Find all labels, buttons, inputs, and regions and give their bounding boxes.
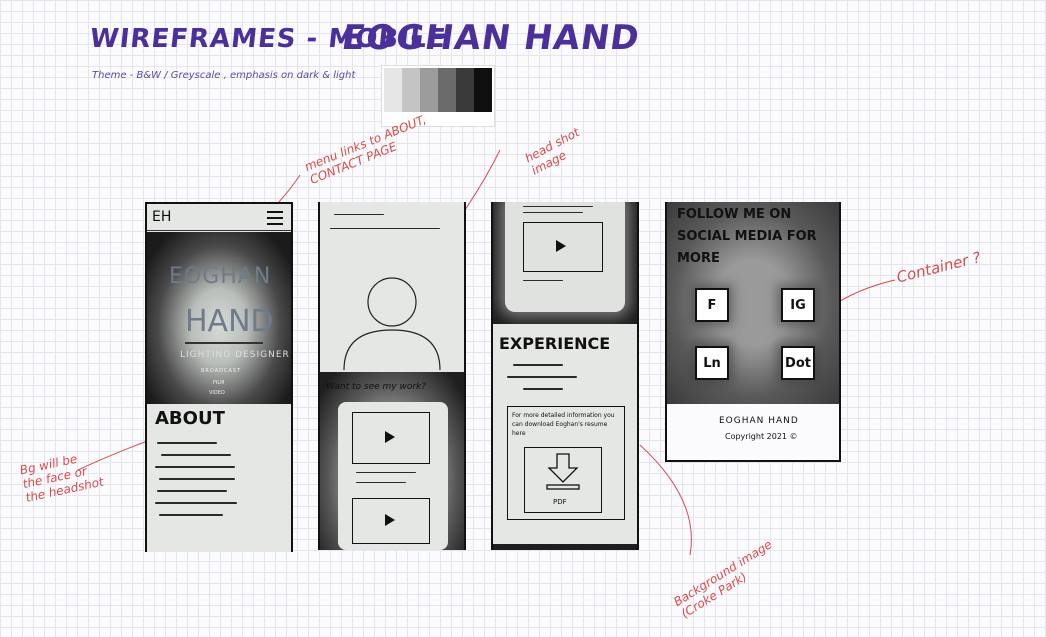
mobile-screen-home: EH EOGHAN HAND LIGHTING DESIGNER BROADCA… bbox=[145, 202, 293, 552]
play-icon bbox=[556, 240, 566, 252]
text-line bbox=[159, 478, 235, 480]
text-line bbox=[157, 490, 227, 492]
about-heading: ABOUT bbox=[155, 408, 225, 429]
video-thumbnail-2[interactable] bbox=[352, 498, 430, 544]
text-line bbox=[513, 364, 563, 366]
footer-copyright: Copyright 2021 © bbox=[725, 432, 798, 441]
video-thumbnail-3[interactable] bbox=[523, 222, 603, 272]
hero-item-broadcast: BROADCAST bbox=[201, 368, 242, 374]
text-line bbox=[523, 212, 583, 213]
text-line bbox=[155, 502, 237, 504]
hero-item-film: FILM bbox=[213, 380, 225, 386]
resume-text: For more detailed information you can do… bbox=[512, 412, 615, 437]
mobile-screen-social: FOLLOW ME ON SOCIAL MEDIA FOR MORE F IG … bbox=[665, 202, 841, 462]
resume-box: For more detailed information you can do… bbox=[507, 406, 625, 520]
logo[interactable]: EH bbox=[152, 209, 171, 225]
footer-name: EOGHAN HAND bbox=[719, 416, 799, 426]
hero-item-video: VIDEO bbox=[209, 390, 225, 396]
download-card[interactable]: PDF bbox=[524, 447, 602, 513]
experience-heading: EXPERIENCE bbox=[499, 334, 611, 353]
text-line bbox=[507, 376, 577, 378]
text-line bbox=[330, 228, 440, 229]
facebook-icon[interactable]: F bbox=[695, 288, 729, 322]
text-line bbox=[155, 466, 235, 468]
dot-social-icon[interactable]: Dot bbox=[781, 346, 815, 380]
text-line bbox=[356, 472, 416, 473]
download-arrow-icon bbox=[546, 453, 580, 490]
follow-heading: FOLLOW ME ON SOCIAL MEDIA FOR MORE bbox=[677, 207, 817, 266]
hamburger-menu-icon[interactable] bbox=[267, 211, 283, 225]
mobile-screen-experience: EXPERIENCE For more detailed information… bbox=[491, 202, 639, 550]
text-line bbox=[161, 454, 231, 456]
hero-name-first: EOGHAN bbox=[169, 264, 272, 289]
text-line bbox=[159, 514, 223, 516]
video-thumbnail-1[interactable] bbox=[352, 412, 430, 464]
hero-name-underline bbox=[185, 342, 263, 344]
pdf-label: PDF bbox=[553, 498, 567, 506]
hero-name-last: HAND bbox=[185, 304, 274, 339]
text-line bbox=[157, 442, 217, 444]
play-icon bbox=[385, 514, 395, 526]
headshot-placeholder-icon bbox=[343, 277, 441, 371]
text-line bbox=[523, 280, 563, 281]
linkedin-icon[interactable]: Ln bbox=[695, 346, 729, 380]
hero-role: LIGHTING DESIGNER bbox=[180, 350, 290, 360]
text-line bbox=[356, 482, 406, 483]
text-line bbox=[334, 214, 384, 215]
text-line bbox=[523, 206, 593, 207]
mobile-screen-headshot: Want to see my work? bbox=[318, 202, 466, 550]
play-icon bbox=[385, 431, 395, 443]
header-divider bbox=[147, 230, 291, 231]
text-line bbox=[523, 388, 563, 390]
work-prompt: Want to see my work? bbox=[326, 382, 427, 392]
instagram-icon[interactable]: IG bbox=[781, 288, 815, 322]
